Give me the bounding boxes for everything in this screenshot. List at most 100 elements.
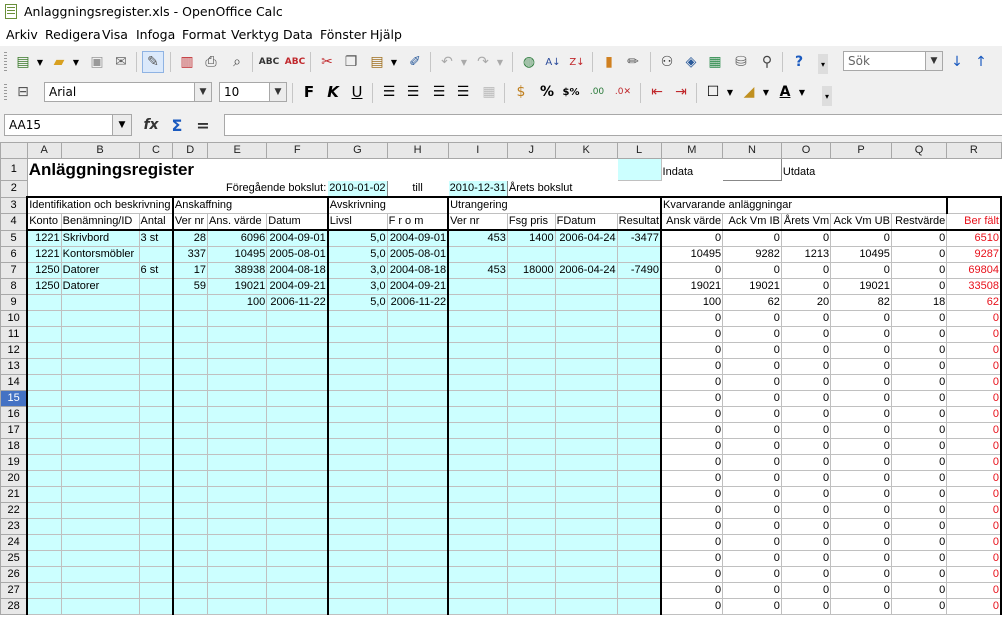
cell[interactable] <box>60 550 140 567</box>
cell[interactable] <box>506 342 556 359</box>
cell[interactable] <box>266 358 329 375</box>
cell[interactable] <box>554 294 618 311</box>
cell[interactable]: 0 <box>722 454 782 471</box>
cell[interactable] <box>138 534 174 551</box>
cell[interactable]: 2005-08-01 <box>386 246 449 263</box>
font-name-combo[interactable]: Arial ▼ <box>44 82 212 102</box>
cell[interactable]: 0 <box>780 550 832 567</box>
header-restvärde[interactable]: Restvärde <box>890 213 948 231</box>
group-identification[interactable]: Identifikation och beskrivning <box>26 196 174 214</box>
cell[interactable] <box>386 374 449 391</box>
column-header-q[interactable]: Q <box>890 142 948 159</box>
cell[interactable]: 0 <box>660 438 724 455</box>
cell[interactable] <box>26 422 62 439</box>
cell[interactable] <box>506 374 556 391</box>
hyperlink-icon[interactable]: ◍ <box>518 51 540 73</box>
menu-infoga[interactable]: Infoga <box>136 27 175 42</box>
cell[interactable] <box>207 310 268 327</box>
page-preview-icon[interactable]: ⌕ <box>226 51 248 73</box>
header-ver-nr[interactable]: Ver nr <box>447 213 508 231</box>
cell[interactable] <box>616 518 662 535</box>
cell[interactable] <box>447 502 508 519</box>
row-header[interactable]: 6 <box>0 246 28 263</box>
cell[interactable]: 0 <box>722 310 782 327</box>
cell[interactable] <box>616 358 662 375</box>
cell[interactable] <box>386 566 449 583</box>
cell[interactable] <box>447 374 508 391</box>
cell[interactable]: 0 <box>660 310 724 327</box>
cell[interactable] <box>616 342 662 359</box>
cell[interactable]: 0 <box>660 326 724 343</box>
cell[interactable]: Datorer <box>60 278 140 295</box>
cell[interactable]: 0 <box>780 406 832 423</box>
cell[interactable] <box>386 158 449 181</box>
cell[interactable] <box>138 454 174 471</box>
row-header[interactable]: 28 <box>0 598 28 615</box>
cell[interactable]: 0 <box>722 566 782 583</box>
cell[interactable]: 0 <box>830 390 892 407</box>
underline-button[interactable]: U <box>346 81 368 103</box>
cell[interactable]: 1213 <box>780 246 832 263</box>
row-header[interactable]: 3 <box>0 196 28 214</box>
cell[interactable] <box>506 502 556 519</box>
cell[interactable] <box>207 598 268 615</box>
cell[interactable] <box>207 390 268 407</box>
prev-close-date[interactable]: 2010-01-02 <box>327 180 388 198</box>
cell[interactable]: 2006-11-22 <box>266 294 329 311</box>
cell[interactable] <box>554 326 618 343</box>
cell[interactable] <box>447 342 508 359</box>
cell[interactable] <box>266 454 329 471</box>
cell[interactable]: 5,0 <box>326 294 388 311</box>
cell[interactable] <box>506 438 556 455</box>
menu-hjalp[interactable]: Hjälp <box>370 27 402 42</box>
cell[interactable] <box>207 454 268 471</box>
add-decimal-icon[interactable]: .00 <box>586 81 608 103</box>
cell[interactable]: 0 <box>890 550 948 567</box>
cell[interactable] <box>616 278 662 295</box>
cell[interactable]: 0 <box>830 502 892 519</box>
cell[interactable]: 0 <box>780 566 832 583</box>
cell[interactable] <box>616 422 662 439</box>
cell[interactable]: 0 <box>722 598 782 615</box>
copy-icon[interactable]: ❐ <box>340 51 362 73</box>
column-header-g[interactable]: G <box>327 142 388 159</box>
menu-visa[interactable]: Visa <box>102 27 128 42</box>
row-header[interactable]: 12 <box>0 342 28 359</box>
cell[interactable]: 1250 <box>26 278 62 295</box>
cell[interactable] <box>554 390 618 407</box>
cell[interactable] <box>138 598 174 615</box>
cell[interactable]: 0 <box>660 358 724 375</box>
cell[interactable]: 2006-04-24 <box>554 262 618 279</box>
export-pdf-icon[interactable]: ▥ <box>176 51 198 73</box>
sheet-title[interactable]: Anläggningsregister <box>26 158 329 181</box>
cell[interactable] <box>554 534 618 551</box>
column-header-n[interactable]: N <box>722 142 782 159</box>
cell[interactable] <box>506 358 556 375</box>
cell[interactable]: 1221 <box>26 229 62 247</box>
cell[interactable] <box>447 438 508 455</box>
cell[interactable]: 0 <box>890 486 948 503</box>
cell[interactable] <box>326 582 388 599</box>
row-header[interactable]: 26 <box>0 566 28 583</box>
cell[interactable] <box>780 180 832 198</box>
cell[interactable] <box>26 438 62 455</box>
spreadsheet-grid[interactable]: A B C D E F G H I J K L M N O P Q R 1 Anläggningsregister In… <box>0 142 1002 635</box>
gallery-icon[interactable]: ▦ <box>704 51 726 73</box>
cell[interactable]: 453 <box>447 229 508 247</box>
cell[interactable]: 0 <box>890 502 948 519</box>
cell[interactable] <box>616 180 662 198</box>
column-header-l[interactable]: L <box>616 142 662 159</box>
borders-dropdown-icon[interactable]: ▼ <box>724 81 736 103</box>
cell[interactable]: 6 st <box>138 262 174 279</box>
cell[interactable] <box>506 158 556 181</box>
cell[interactable] <box>60 374 140 391</box>
cell[interactable]: 100 <box>207 294 268 311</box>
cell[interactable] <box>26 566 62 583</box>
cell[interactable]: 0 <box>890 582 948 599</box>
cell[interactable]: 0 <box>722 486 782 503</box>
merge-cells-icon[interactable]: ▦ <box>478 81 500 103</box>
cell[interactable] <box>26 582 62 599</box>
show-draw-functions-icon[interactable]: ✏ <box>622 51 644 73</box>
cell[interactable] <box>506 422 556 439</box>
cell[interactable] <box>266 598 329 615</box>
